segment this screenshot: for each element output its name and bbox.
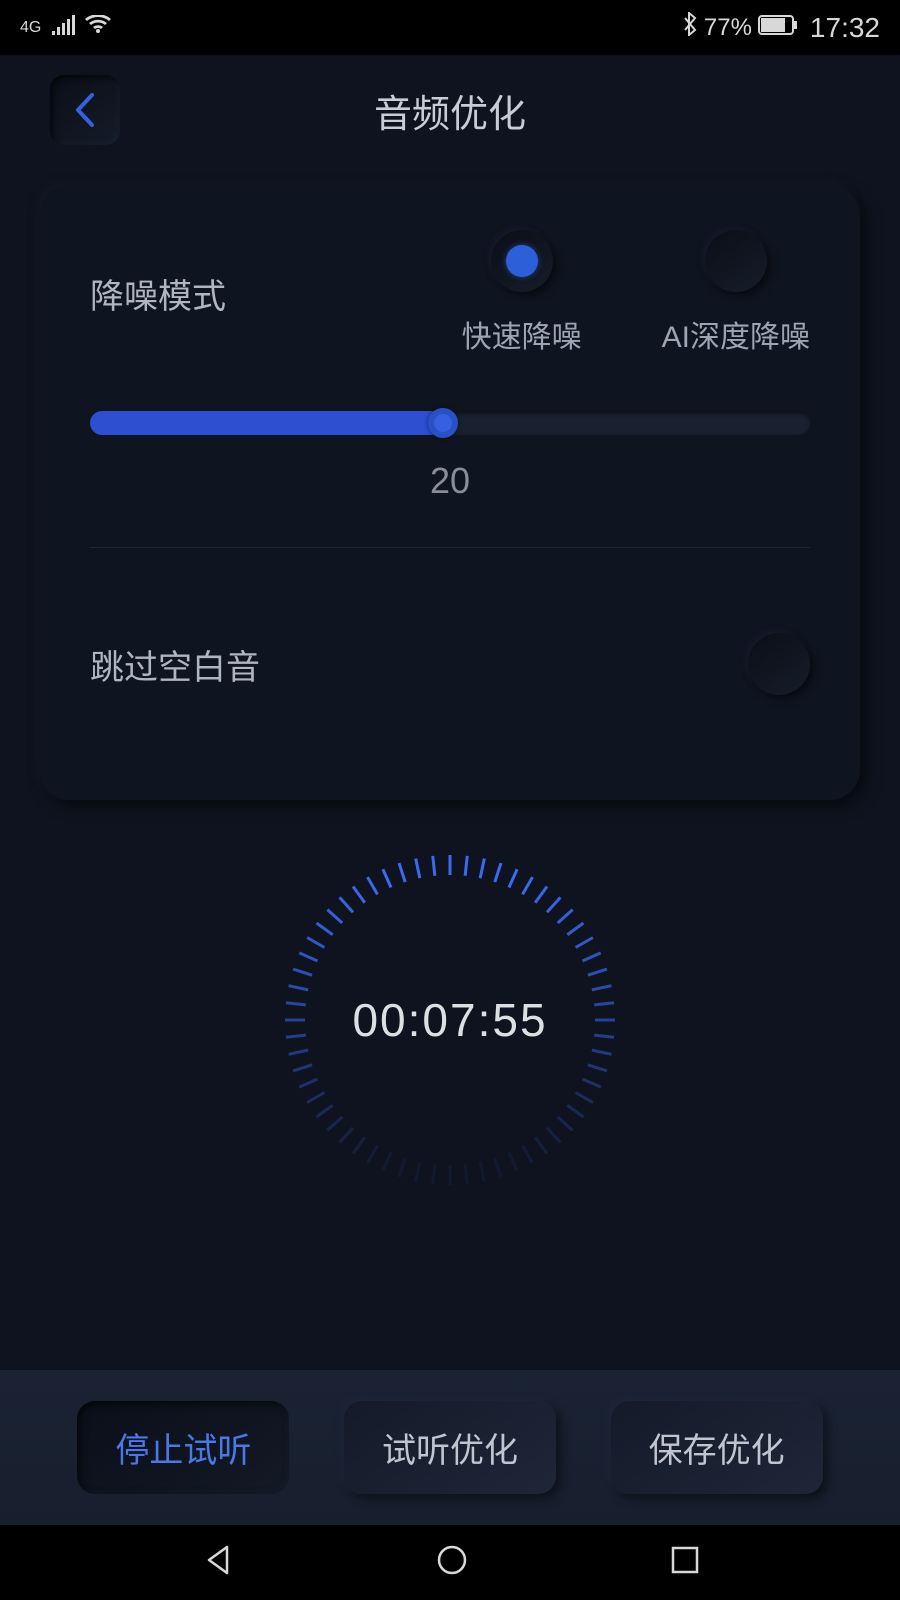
bottom-action-panel: 停止试听 试听优化 保存优化 (0, 1370, 900, 1525)
noise-reduction-row: 降噪模式 快速降噪 AI深度降噪 (90, 230, 810, 356)
preview-optimize-button[interactable]: 试听优化 (344, 1401, 556, 1494)
page-header: 音频优化 (0, 55, 900, 165)
status-bar: 4G 77% 17:32 (0, 0, 900, 55)
bluetooth-icon (682, 12, 698, 43)
radio-icon (705, 230, 767, 292)
clock: 17:32 (810, 12, 880, 44)
page-title: 音频优化 (374, 83, 526, 138)
save-optimize-button[interactable]: 保存优化 (611, 1401, 823, 1494)
radio-fast-noise-reduction[interactable]: 快速降噪 (462, 230, 582, 356)
back-button[interactable] (50, 75, 120, 145)
skip-blank-label: 跳过空白音 (90, 640, 260, 689)
wifi-icon (85, 14, 111, 42)
slider-thumb[interactable] (428, 408, 458, 438)
battery-percent: 77% (704, 14, 752, 42)
timer-ticks-icon (285, 855, 615, 1185)
nav-home-button[interactable] (435, 1543, 469, 1582)
slider-fill (90, 411, 443, 435)
chevron-left-icon (72, 91, 98, 129)
slider-track (90, 411, 810, 435)
network-indicator: 4G (20, 20, 41, 36)
nav-back-button[interactable] (201, 1543, 235, 1582)
nav-recent-button[interactable] (670, 1545, 700, 1580)
noise-reduction-slider[interactable]: 20 (90, 411, 810, 548)
battery-icon (758, 14, 798, 42)
skip-blank-toggle[interactable] (748, 633, 810, 695)
timer-display: 00:07:55 (0, 850, 900, 1190)
android-nav-bar (0, 1525, 900, 1600)
skip-blank-row: 跳过空白音 (90, 633, 810, 695)
slider-value: 20 (90, 460, 810, 502)
radio-ai-deep-noise-reduction[interactable]: AI深度降噪 (662, 230, 810, 356)
options-card: 降噪模式 快速降噪 AI深度降噪 20 跳过空白音 (40, 185, 860, 800)
radio-label: 快速降噪 (462, 312, 582, 356)
noise-reduction-label: 降噪模式 (90, 269, 226, 318)
radio-label: AI深度降噪 (662, 312, 810, 356)
signal-icon (51, 14, 75, 42)
stop-preview-button[interactable]: 停止试听 (77, 1401, 289, 1494)
radio-icon (491, 230, 553, 292)
